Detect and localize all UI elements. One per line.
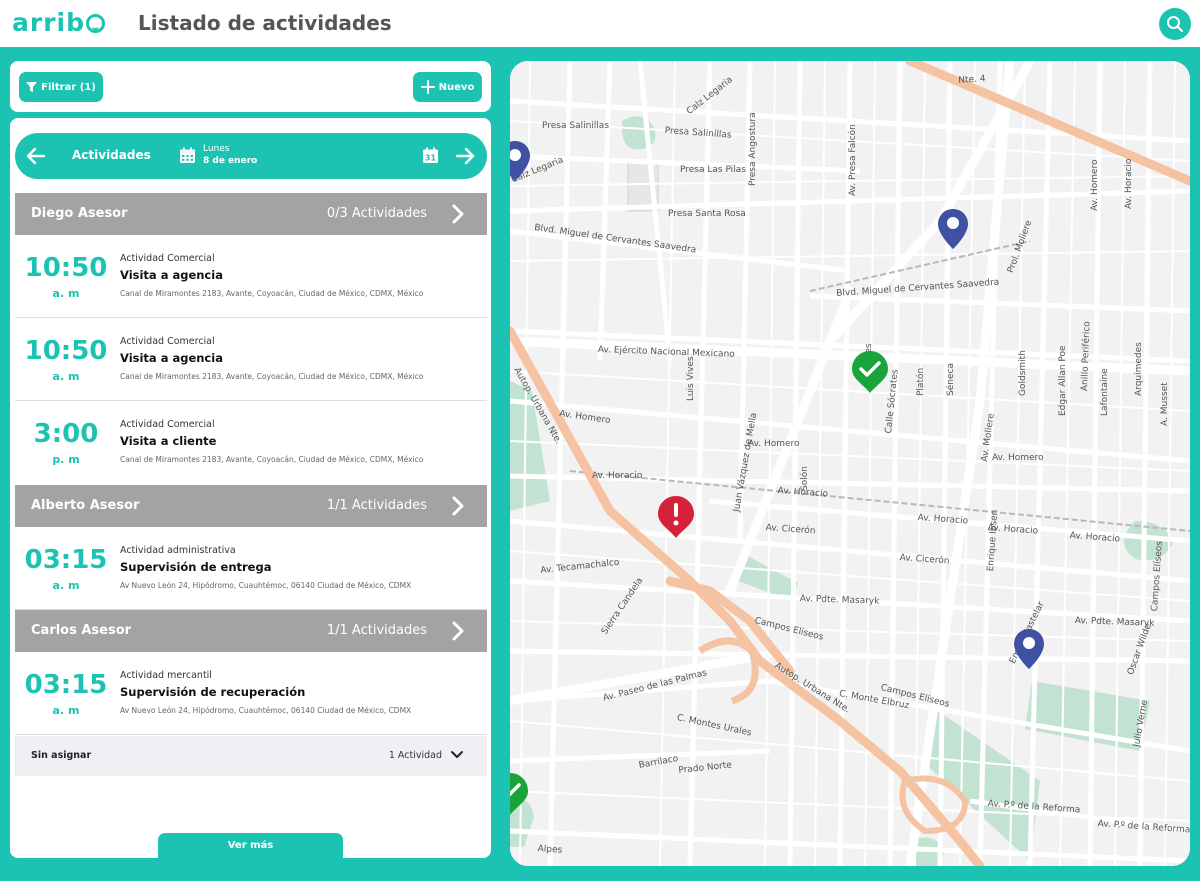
street-label: Goldsmith — [1018, 350, 1028, 396]
activity-ampm: a. m — [52, 370, 80, 383]
activity-address: Canal de Miramontes 2183, Avante, Coyoac… — [120, 372, 424, 381]
street-label: Luis Vives — [686, 356, 696, 401]
activity-time: 03:15 — [24, 545, 108, 575]
activity-ampm: a. m — [52, 704, 80, 717]
activity-type: Actividad administrativa — [120, 545, 236, 556]
activity-item[interactable]: 10:50 a. m Actividad Comercial Visita a … — [15, 235, 487, 318]
search-button[interactable] — [1159, 8, 1191, 40]
street-label: Av. Horacio — [1124, 158, 1134, 209]
activity-time: 10:50 — [24, 336, 108, 366]
activity-ampm: p. m — [52, 453, 80, 466]
alert-marker-icon[interactable] — [656, 494, 696, 540]
street-label: Av. Horacio — [592, 471, 643, 481]
arrow-left-icon[interactable] — [26, 146, 46, 166]
activity-title: Visita a agencia — [120, 351, 223, 365]
arrow-right-icon[interactable] — [455, 146, 475, 166]
new-button-label: Nuevo — [438, 81, 475, 93]
street-label: Lafontaine — [1100, 368, 1110, 416]
street-label: Av. Homero — [748, 439, 800, 449]
activity-title: Supervisión de entrega — [120, 560, 272, 574]
street-label: Nte. 4 — [958, 74, 986, 86]
advisor-activity-count: 0/3 Actividades — [326, 206, 427, 221]
map-pin-icon[interactable] — [936, 207, 970, 251]
new-activity-button[interactable]: Nuevo — [413, 72, 482, 102]
activity-time: 03:15 — [24, 670, 108, 700]
activity-title: Visita a cliente — [120, 434, 217, 448]
calendar-icon[interactable]: 31 — [422, 147, 439, 164]
top-bar: arrib Listado de actividades — [0, 0, 1200, 47]
street-label: Arquímedes — [1134, 342, 1144, 396]
activity-item[interactable]: 03:15 a. m Actividad administrativa Supe… — [15, 527, 487, 610]
filter-icon — [26, 81, 38, 92]
map-pin-icon[interactable] — [1012, 627, 1046, 671]
activity-address: Av Nuevo León 24, Hipódromo, Cuauhtémoc,… — [120, 581, 412, 590]
street-label: Edgar Allan Poe — [1058, 345, 1068, 416]
street-label: Av. Presa Falcón — [848, 124, 858, 196]
street-label: Solón — [800, 466, 810, 491]
see-more-button[interactable]: Ver más — [158, 833, 343, 858]
chevron-down-icon[interactable] — [450, 748, 464, 762]
unassigned-count: 1 Actividad — [388, 750, 442, 761]
date-nav-date: 8 de enero — [203, 156, 258, 166]
date-nav-day: Lunes — [203, 144, 230, 154]
activity-type: Actividad Comercial — [120, 419, 215, 430]
date-nav-label: Actividades — [72, 148, 151, 162]
date-navigation: Actividades Lunes 8 de enero 31 — [15, 133, 487, 179]
street-label: Alpes — [537, 844, 563, 856]
chevron-right-icon[interactable] — [447, 495, 469, 517]
activity-address: Canal de Miramontes 2183, Avante, Coyoac… — [120, 455, 424, 464]
advisor-group-header[interactable]: Carlos Asesor 1/1 Actividades — [15, 610, 487, 652]
activity-address: Canal de Miramontes 2183, Avante, Coyoac… — [120, 289, 424, 298]
activity-item[interactable]: 03:15 a. m Actividad mercantil Supervisi… — [15, 652, 487, 735]
activity-item[interactable]: 3:00 p. m Actividad Comercial Visita a c… — [15, 401, 487, 484]
street-label: Platón — [916, 367, 926, 396]
advisor-activity-count: 1/1 Actividades — [326, 498, 427, 513]
calendar-day-number: 31 — [425, 154, 437, 163]
activities-map[interactable]: Nte. 4 Calz Legaria Presa Salinillas Pre… — [510, 61, 1190, 866]
advisor-group-header[interactable]: Alberto Asesor 1/1 Actividades — [15, 485, 487, 527]
arribo-logo[interactable]: arrib — [12, 8, 105, 37]
activity-type: Actividad Comercial — [120, 336, 215, 347]
filter-button[interactable]: Filtrar (1) — [19, 72, 103, 102]
street-label: Presa Las Pilas — [680, 165, 746, 175]
chevron-right-icon[interactable] — [447, 620, 469, 642]
street-label: Presa Salinillas — [542, 121, 610, 131]
advisor-name: Carlos Asesor — [31, 623, 132, 638]
filter-button-label: Filtrar (1) — [41, 81, 96, 93]
activity-time: 3:00 — [33, 419, 99, 449]
street-label: Séneca — [946, 363, 956, 396]
activity-ampm: a. m — [52, 287, 80, 300]
advisor-activity-count: 1/1 Actividades — [326, 623, 427, 638]
activity-ampm: a. m — [52, 579, 80, 592]
street-label: Av. Homero — [1090, 159, 1100, 211]
activity-type: Actividad mercantil — [120, 670, 212, 681]
street-label: Presa Angostura — [748, 112, 758, 186]
activity-title: Supervisión de recuperación — [120, 685, 306, 699]
page-title: Listado de actividades — [138, 11, 392, 35]
unassigned-group[interactable]: Sin asignar 1 Actividad — [15, 736, 487, 776]
advisor-name: Alberto Asesor — [31, 498, 140, 513]
advisor-group-header[interactable]: Diego Asesor 0/3 Actividades — [15, 193, 487, 235]
chevron-right-icon[interactable] — [447, 203, 469, 225]
street-label: A. Musset — [1160, 382, 1170, 426]
search-icon — [1167, 16, 1183, 32]
activity-address: Av Nuevo León 24, Hipódromo, Cuauhtémoc,… — [120, 706, 412, 715]
advisor-name: Diego Asesor — [31, 206, 128, 221]
activities-panel: Actividades Lunes 8 de enero 31 Diego As… — [10, 118, 491, 858]
street-label: Av. Homero — [992, 453, 1044, 463]
filter-panel: Filtrar (1) Nuevo — [10, 61, 491, 112]
check-marker-icon[interactable] — [510, 771, 530, 817]
calendar-icon[interactable] — [179, 147, 196, 164]
street-label: Presa Santa Rosa — [668, 209, 746, 219]
activity-title: Visita a agencia — [120, 268, 223, 282]
map-pin-icon[interactable] — [510, 139, 532, 183]
activity-time: 10:50 — [24, 253, 108, 283]
unassigned-label: Sin asignar — [31, 750, 92, 761]
activity-item[interactable]: 10:50 a. m Actividad Comercial Visita a … — [15, 318, 487, 401]
plus-icon — [420, 80, 435, 94]
check-marker-icon[interactable] — [850, 349, 890, 395]
activity-type: Actividad Comercial — [120, 253, 215, 264]
